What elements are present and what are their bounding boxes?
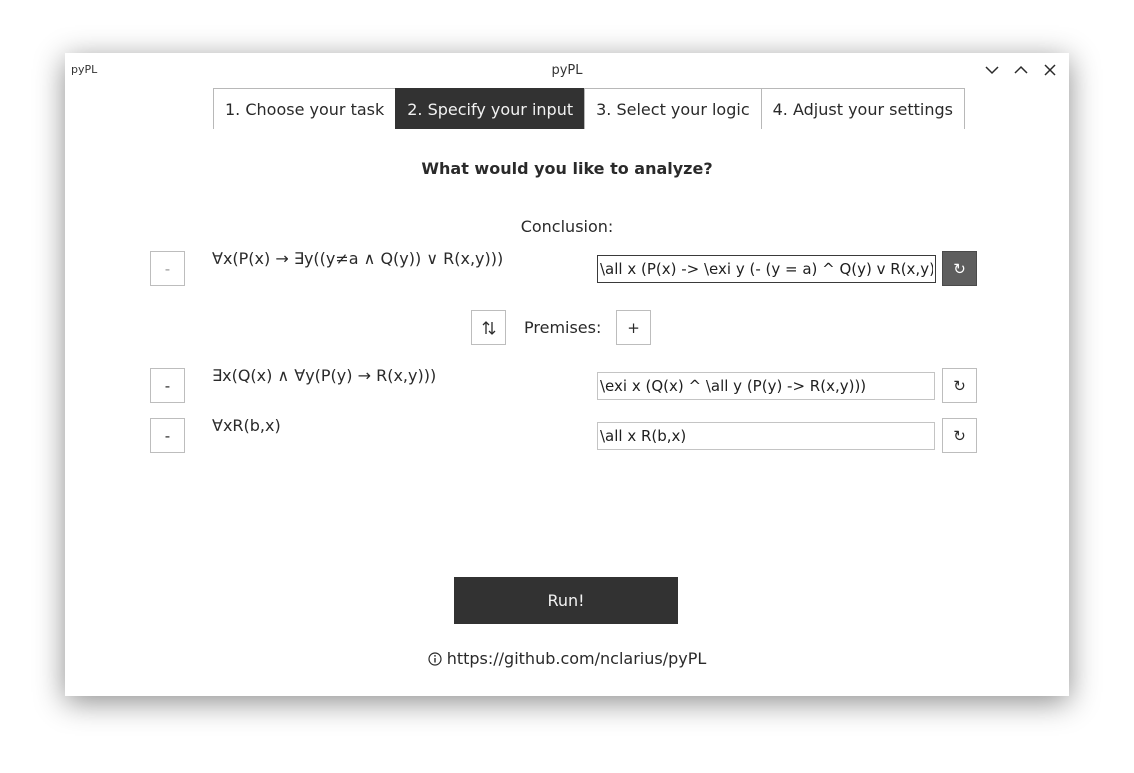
premise-formula: ∃x(Q(x) ∧ ∀y(P(y) → R(x,y))) [212, 366, 437, 385]
conclusion-formula: ∀x(P(x) → ∃y((y≠a ∧ Q(y)) ∨ R(x,y))) [212, 249, 504, 268]
premise-input[interactable] [597, 422, 935, 450]
tab-choose-task[interactable]: 1. Choose your task [213, 88, 397, 129]
page-heading: What would you like to analyze? [421, 159, 713, 178]
conclusion-label: Conclusion: [520, 217, 614, 236]
premise-input[interactable] [597, 372, 935, 400]
chevron-down-icon [985, 66, 999, 75]
info-icon [428, 651, 442, 666]
add-premise-button[interactable]: + [616, 310, 651, 345]
conclusion-reset-button[interactable]: ↻ [942, 251, 977, 286]
tab-specify-input[interactable]: 2. Specify your input [395, 88, 586, 129]
remove-premise-button[interactable]: - [150, 418, 185, 453]
tab-bar: 1. Choose your task 2. Specify your inpu… [213, 88, 965, 130]
close-button[interactable] [1040, 61, 1060, 79]
refresh-icon: ↻ [953, 376, 966, 395]
tab-adjust-settings[interactable]: 4. Adjust your settings [760, 88, 965, 129]
tab-select-logic[interactable]: 3. Select your logic [584, 88, 762, 129]
title-bar[interactable]: pyPL pyPL [65, 53, 1069, 87]
maximize-button[interactable] [1011, 61, 1031, 79]
premise-formula: ∀xR(b,x) [212, 416, 281, 435]
footer: https://github.com/nclarius/pyPL [65, 649, 1069, 668]
swap-button[interactable] [471, 310, 506, 345]
remove-conclusion-button[interactable]: - [150, 251, 185, 286]
window-title: pyPL [551, 63, 583, 78]
chevron-up-icon [1014, 65, 1028, 74]
github-link[interactable]: https://github.com/nclarius/pyPL [447, 649, 707, 668]
app-window: pyPL pyPL 1. Choose your task 2. Specify… [65, 53, 1069, 696]
premise-reset-button[interactable]: ↻ [942, 368, 977, 403]
refresh-icon: ↻ [953, 426, 966, 445]
conclusion-input[interactable] [597, 255, 936, 283]
minimize-button[interactable] [982, 61, 1002, 79]
premise-reset-button[interactable]: ↻ [942, 418, 977, 453]
refresh-icon: ↻ [953, 259, 966, 278]
run-button[interactable]: Run! [454, 577, 678, 624]
close-icon [1044, 64, 1056, 76]
premises-label: Premises: [524, 318, 602, 337]
swap-vertical-icon [482, 320, 495, 335]
remove-premise-button[interactable]: - [150, 368, 185, 403]
